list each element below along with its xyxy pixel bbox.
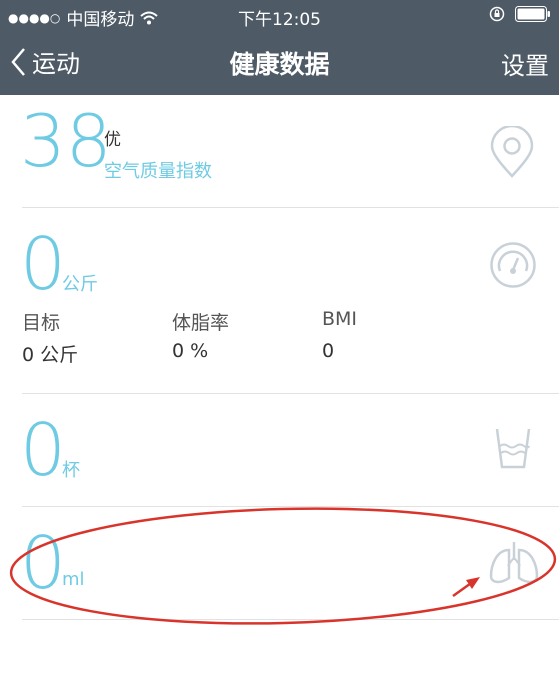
- gauge-icon: [490, 242, 536, 288]
- lungs-icon: [489, 542, 539, 584]
- air-quality-label: 空气质量指数: [104, 161, 212, 182]
- stat-label-target: 目标: [22, 312, 61, 334]
- battery-icon: [515, 6, 550, 22]
- lung-capacity-card[interactable]: 0 ml: [0, 507, 559, 619]
- water-cup-icon: [495, 428, 531, 469]
- air-quality-card[interactable]: 38 优 空气质量指数: [0, 95, 559, 207]
- back-label: 运动: [32, 50, 80, 78]
- stat-value-bmi: 0: [322, 340, 335, 362]
- rotation-lock-icon: [489, 6, 505, 22]
- water-card[interactable]: 0 杯: [0, 394, 559, 506]
- lung-capacity-unit: ml: [62, 569, 85, 590]
- location-pin-icon: [490, 126, 534, 178]
- divider: [22, 619, 559, 620]
- weight-unit: 公斤: [62, 274, 98, 295]
- air-quality-grade: 优: [104, 130, 121, 150]
- chevron-left-icon: [11, 47, 25, 76]
- air-quality-value: 38: [20, 99, 112, 183]
- nav-bar: 运动 健康数据 设置: [0, 30, 559, 95]
- stat-value-target: 0 公斤: [22, 344, 79, 366]
- status-bar: ●●●●○ 中国移动 下午12:05: [0, 0, 559, 30]
- status-time: 下午12:05: [238, 10, 321, 30]
- page-title: 健康数据: [229, 50, 330, 79]
- stat-value-body-fat: 0 %: [172, 340, 209, 362]
- stat-label-body-fat: 体脂率: [172, 312, 230, 334]
- water-value: 0: [20, 408, 66, 492]
- weight-card[interactable]: 0 公斤 目标 0 公斤 体脂率 0 % BMI 0: [0, 208, 559, 394]
- back-button[interactable]: 运动: [10, 44, 80, 79]
- status-right: [489, 6, 551, 22]
- lung-capacity-value: 0: [20, 521, 66, 605]
- water-unit: 杯: [62, 460, 80, 481]
- stat-label-bmi: BMI: [322, 308, 358, 330]
- weight-value: 0: [20, 222, 66, 306]
- settings-button[interactable]: 设置: [501, 46, 549, 81]
